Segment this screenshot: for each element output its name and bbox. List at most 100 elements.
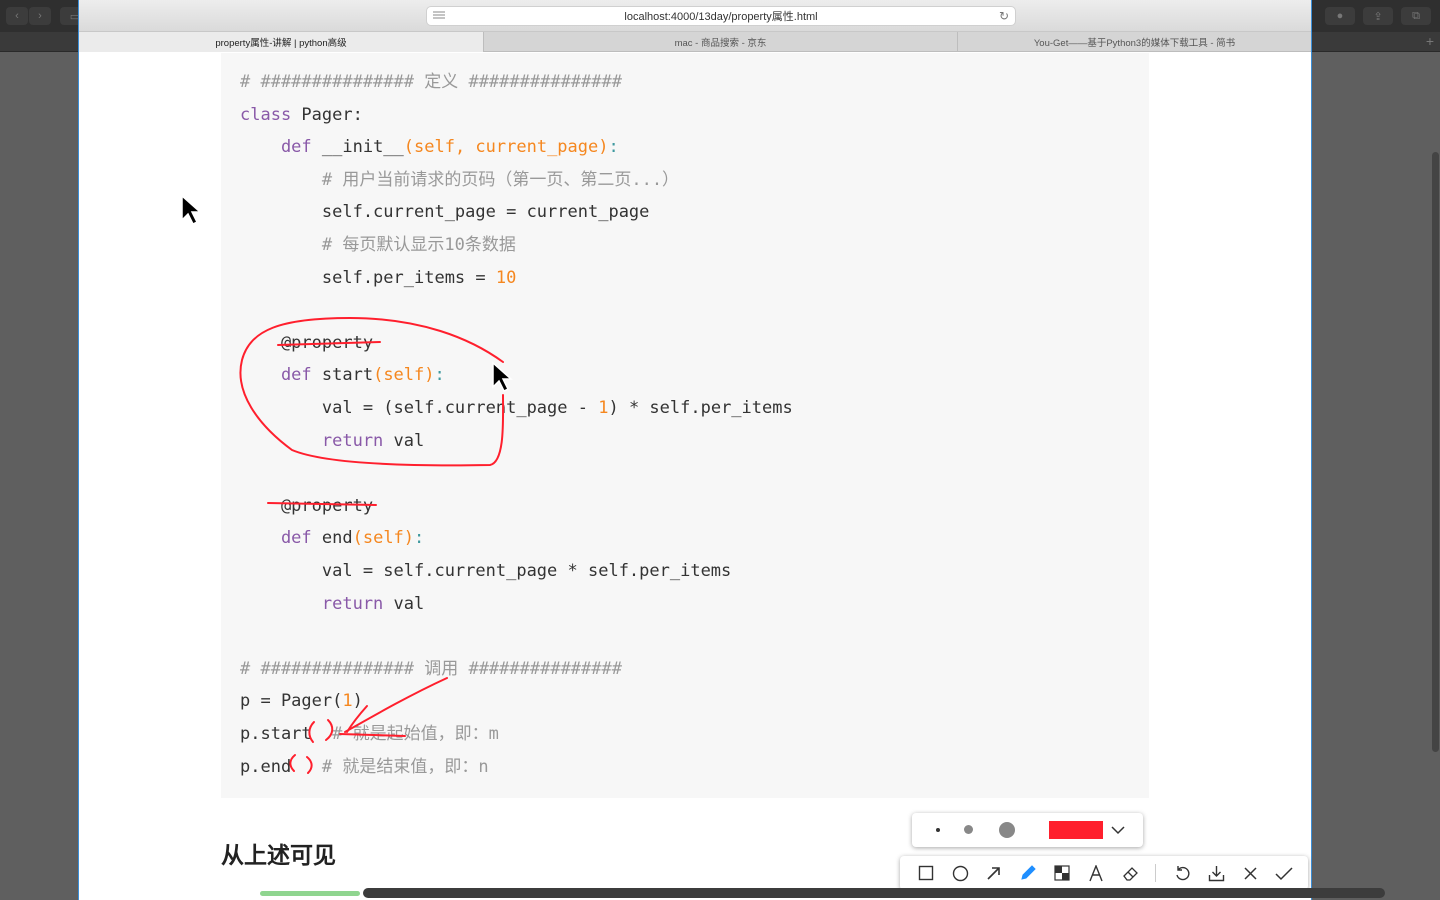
rectangle-tool-icon[interactable] bbox=[914, 861, 938, 885]
color-swatch[interactable] bbox=[1049, 821, 1103, 839]
code-token: def bbox=[240, 528, 322, 549]
size-small-dot[interactable] bbox=[936, 828, 940, 832]
code-line: @property bbox=[240, 491, 373, 521]
section-heading: 从上述可见 bbox=[221, 843, 336, 869]
code-token: return bbox=[240, 430, 394, 451]
code-block: # ############### 定义 ############### clas… bbox=[221, 53, 1149, 798]
reader-icon[interactable] bbox=[433, 11, 445, 21]
code-token: : bbox=[414, 528, 425, 549]
code-token: def bbox=[240, 137, 322, 158]
code-token: 1 bbox=[342, 691, 353, 712]
code-line: return val bbox=[240, 426, 424, 456]
code-token: # 每页默认显示10条数据 bbox=[240, 235, 516, 255]
new-tab-button[interactable]: + bbox=[1426, 33, 1434, 49]
code-token: : bbox=[352, 104, 363, 125]
code-token: start bbox=[321, 365, 374, 386]
horizontal-scrollbar[interactable] bbox=[363, 888, 1385, 898]
code-token: (self, current_page) bbox=[403, 137, 609, 158]
screenshot-capture-region[interactable]: localhost:4000/13day/property属性.html ↻ p… bbox=[78, 0, 1312, 900]
code-token: p = Pager( bbox=[240, 691, 343, 712]
code-token: return bbox=[240, 593, 394, 614]
code-line: def end(self): bbox=[240, 523, 424, 553]
code-token: (self) bbox=[373, 365, 435, 386]
code-line: @property bbox=[240, 328, 373, 358]
code-line: class Pager: bbox=[240, 100, 363, 130]
tab-label: property属性-讲解 | python高级 bbox=[215, 38, 347, 49]
tabs-overview-button[interactable]: ⧉ bbox=[1401, 7, 1431, 25]
code-token: ) * self.per_items bbox=[608, 398, 793, 418]
code-line: p = Pager(1) bbox=[240, 686, 363, 716]
code-line: # 每页默认显示10条数据 bbox=[240, 230, 516, 260]
code-line: def __init__(self, current_page): bbox=[240, 132, 619, 162]
confirm-check-icon[interactable] bbox=[1272, 861, 1296, 885]
tab-you-get[interactable]: You-Get——基于Python3的媒体下载工具 - 简书 bbox=[958, 32, 1311, 52]
code-token: val bbox=[393, 593, 425, 614]
code-token: val = self.current_page * self.per_items bbox=[240, 561, 732, 581]
pen-tool-icon[interactable] bbox=[1016, 861, 1040, 885]
code-token: Pager bbox=[301, 104, 353, 125]
downloads-button[interactable]: ● bbox=[1325, 7, 1355, 25]
code-line: val = (self.current_page - 1) * self.per… bbox=[240, 393, 793, 423]
code-token: 1 bbox=[598, 398, 609, 418]
toolbar-divider bbox=[1155, 864, 1156, 882]
page-content: # ############### 定义 ############### clas… bbox=[79, 53, 1311, 900]
code-line: # ############### 调用 ############### bbox=[240, 654, 622, 684]
code-token: @property bbox=[240, 332, 374, 353]
code-token: # 用户当前请求的页码（第一页、第二页...） bbox=[240, 169, 680, 190]
code-line: # 用户当前请求的页码（第一页、第二页...） bbox=[240, 165, 679, 195]
tab-property[interactable]: property属性-讲解 | python高级 bbox=[79, 32, 484, 52]
code-token: val = (self.current_page - bbox=[240, 398, 599, 418]
share-button[interactable]: ⇪ bbox=[1363, 7, 1393, 25]
code-line: p.start # 就是起始值，即：m bbox=[240, 719, 499, 749]
address-bar[interactable]: localhost:4000/13day/property属性.html ↻ bbox=[426, 6, 1016, 26]
code-token: 10 bbox=[495, 267, 517, 288]
code-token: p.end bbox=[240, 756, 322, 777]
code-token: end bbox=[321, 528, 353, 549]
close-icon[interactable] bbox=[1238, 861, 1262, 885]
reload-icon[interactable]: ↻ bbox=[999, 9, 1009, 23]
code-line: self.per_items = 10 bbox=[240, 263, 516, 293]
code-token: self.per_items = bbox=[240, 267, 496, 288]
code-token: def bbox=[240, 365, 322, 386]
code-token: # 就是起始值，即：m bbox=[332, 724, 499, 744]
chevron-down-icon[interactable] bbox=[1111, 824, 1125, 836]
code-line: self.current_page = current_page bbox=[240, 197, 650, 227]
code-line: # ############### 定义 ############### bbox=[240, 67, 622, 97]
back-button[interactable]: ‹ bbox=[6, 7, 28, 25]
tab-label: You-Get——基于Python3的媒体下载工具 - 简书 bbox=[1033, 38, 1236, 49]
code-token: # ############### 调用 ############### bbox=[240, 658, 622, 679]
arrow-tool-icon[interactable] bbox=[982, 861, 1006, 885]
size-large-dot[interactable] bbox=[999, 822, 1015, 838]
tab-label: mac - 商品搜索 - 京东 bbox=[674, 38, 767, 49]
code-line: return val bbox=[240, 589, 424, 619]
url-text: localhost:4000/13day/property属性.html bbox=[624, 11, 818, 23]
undo-icon[interactable] bbox=[1170, 861, 1194, 885]
code-token: val bbox=[393, 430, 425, 451]
size-medium-dot[interactable] bbox=[964, 825, 973, 834]
eraser-tool-icon[interactable] bbox=[1118, 861, 1142, 885]
forward-button[interactable]: › bbox=[29, 7, 51, 25]
code-token: : bbox=[434, 365, 445, 386]
vertical-scrollbar[interactable] bbox=[1432, 152, 1439, 752]
code-line: p.end # 就是结束值，即：n bbox=[240, 752, 489, 782]
browser-toolbar: localhost:4000/13day/property属性.html ↻ bbox=[79, 0, 1311, 32]
code-token: # 就是结束值，即：n bbox=[321, 756, 489, 777]
code-token: ) bbox=[352, 691, 363, 712]
screenshot-tool-palette bbox=[900, 856, 1308, 890]
code-line: def start(self): bbox=[240, 360, 445, 390]
ellipse-tool-icon[interactable] bbox=[948, 861, 972, 885]
tab-strip: property属性-讲解 | python高级 mac - 商品搜索 - 京东… bbox=[79, 32, 1311, 52]
text-tool-icon[interactable] bbox=[1084, 861, 1108, 885]
code-token: p.start bbox=[240, 724, 333, 744]
mosaic-tool-icon[interactable] bbox=[1050, 861, 1074, 885]
progress-strip bbox=[260, 891, 360, 896]
code-token: # ############### 定义 ############### bbox=[240, 72, 622, 92]
brush-size-palette bbox=[912, 813, 1143, 847]
code-line: val = self.current_page * self.per_items bbox=[240, 556, 731, 586]
code-token: self.current_page = current_page bbox=[240, 202, 650, 223]
code-token: class bbox=[240, 104, 302, 125]
code-token: @property bbox=[240, 495, 374, 516]
code-token: (self) bbox=[352, 528, 415, 549]
save-download-icon[interactable] bbox=[1204, 861, 1228, 885]
tab-jd-search[interactable]: mac - 商品搜索 - 京东 bbox=[484, 32, 958, 52]
